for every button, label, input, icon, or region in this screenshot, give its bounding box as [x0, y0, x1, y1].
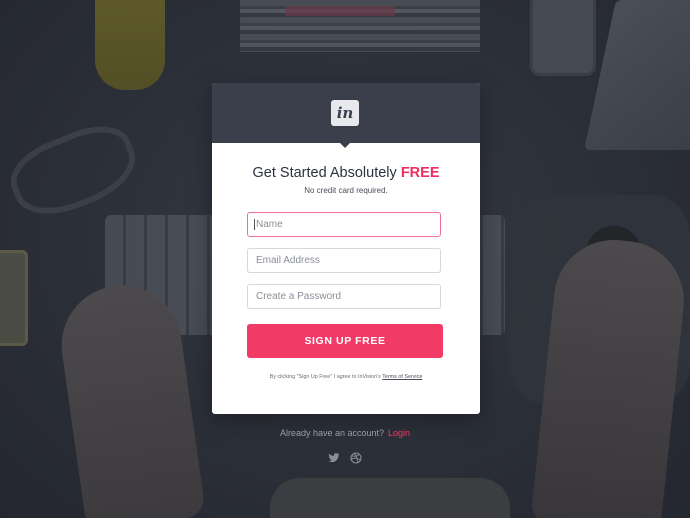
login-link[interactable]: Login	[388, 428, 410, 438]
terms-text: By clicking "Sign Up Free" I agree to In…	[269, 374, 383, 380]
laptop	[584, 0, 690, 150]
account-prompt: Already have an account? Login	[0, 428, 690, 438]
social-links	[328, 451, 362, 464]
dribbble-icon[interactable]	[350, 451, 362, 464]
sleeve	[270, 478, 510, 518]
name-field[interactable]	[247, 212, 441, 237]
title-prefix: Get Started Absolutely	[252, 165, 401, 181]
page-title: Get Started Absolutely FREE	[212, 165, 480, 181]
card-header: in	[212, 83, 480, 143]
subtitle: No credit card required.	[304, 186, 388, 195]
terms-link[interactable]: Terms of Service	[382, 374, 422, 380]
email-field[interactable]	[247, 248, 441, 273]
glasses	[1, 113, 146, 229]
header-notch	[340, 143, 350, 148]
logo-text: in	[336, 104, 354, 122]
account-prompt-text: Already have an account?	[279, 428, 385, 438]
sign-up-button[interactable]: SIGN UP FREE	[247, 324, 443, 358]
title-highlight: FREE	[400, 165, 440, 181]
signup-card: in Get Started Absolutely FREE No credit…	[212, 83, 480, 414]
terms-notice: By clicking "Sign Up Free" I agree to In…	[212, 374, 480, 380]
tablet	[0, 250, 28, 346]
book-spine	[285, 6, 395, 16]
cup	[95, 0, 165, 90]
password-field[interactable]	[247, 284, 441, 309]
invision-logo-icon[interactable]: in	[331, 100, 359, 126]
twitter-icon[interactable]	[328, 451, 340, 463]
text-cursor	[254, 219, 255, 230]
phone	[530, 0, 596, 76]
